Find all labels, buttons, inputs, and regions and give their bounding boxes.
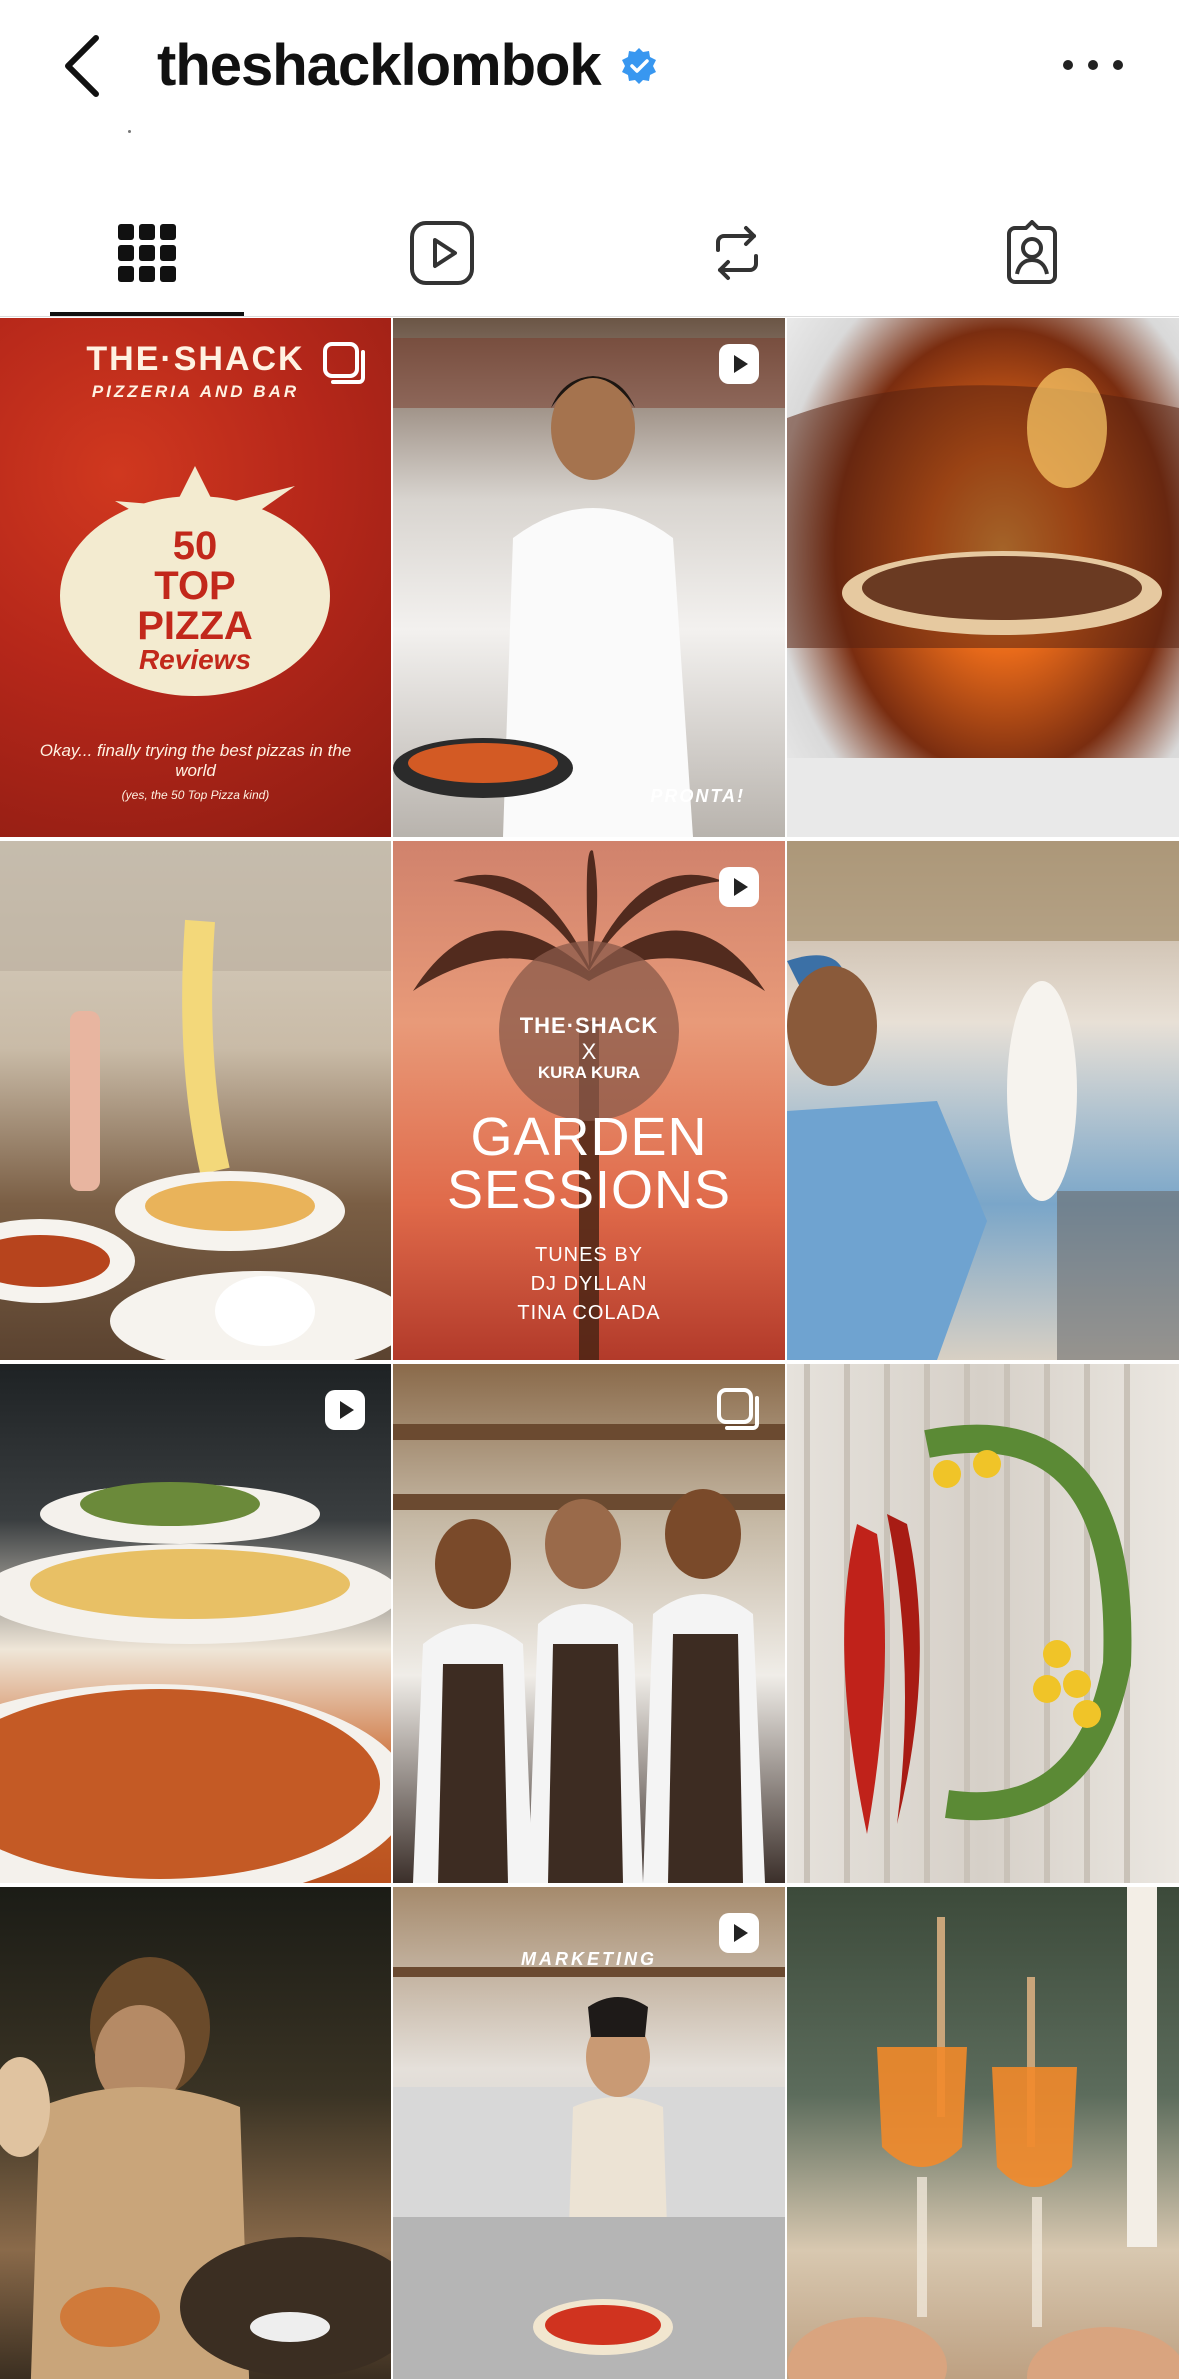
post-caption: Okay... finally trying the best pizzas i…	[39, 741, 352, 781]
oven-illustration	[787, 368, 1179, 837]
verified-badge-icon	[621, 47, 656, 84]
badge-top: TOP	[154, 564, 236, 608]
reel-icon	[719, 344, 759, 384]
post-collab-x: X	[581, 1039, 597, 1064]
more-options-button[interactable]	[1063, 50, 1123, 80]
bio-fragment	[128, 130, 131, 133]
reels-icon	[410, 221, 475, 285]
pasta-table-illustration	[0, 841, 391, 1360]
badge-pizza: PIZZA	[137, 604, 253, 648]
dot-icon	[1088, 60, 1098, 70]
dinner-illustration	[0, 1957, 391, 2379]
post-tile-pizza-oven[interactable]	[787, 318, 1179, 837]
post-tile-marketing[interactable]: MARKETING	[393, 1887, 785, 2379]
post-tile-dough-toss[interactable]	[787, 841, 1179, 1360]
tunes-label: TUNES BY	[534, 1244, 644, 1266]
pasta-plates-illustration	[0, 1482, 391, 1883]
post-overlay-text: PRONTA!	[650, 786, 745, 806]
dough-toss-illustration	[787, 841, 1179, 1360]
badge-reviews: Reviews	[138, 644, 252, 675]
posts-grid: THE·SHACK PIZZERIA AND BAR 50 TOP PIZZA …	[0, 318, 1179, 2379]
tab-reposts[interactable]	[590, 190, 885, 316]
post-tile-pasta-table[interactable]	[0, 841, 391, 1360]
post-headline: GARDEN SESSIONS	[446, 1107, 732, 1220]
wreath-illustration	[804, 1364, 1132, 1883]
tab-tagged[interactable]	[884, 190, 1179, 316]
carousel-icon	[717, 1388, 759, 1430]
dj-name-1: DJ DYLLAN	[530, 1273, 648, 1295]
post-note: (yes, the 50 Top Pizza kind)	[121, 788, 270, 802]
carousel-icon	[323, 342, 365, 384]
chef-illustration	[393, 338, 785, 837]
post-tile-top-pizza[interactable]: THE·SHACK PIZZERIA AND BAR 50 TOP PIZZA …	[0, 318, 391, 837]
post-brand: THE·SHACK	[519, 1013, 659, 1038]
dot-icon	[1063, 60, 1073, 70]
reel-icon	[325, 1390, 365, 1430]
profile-username: theshacklombok	[157, 33, 602, 98]
reel-icon	[719, 867, 759, 907]
staff-illustration	[393, 1424, 785, 1883]
profile-tabs	[0, 190, 1179, 317]
post-tunes: TUNES BY DJ DYLLAN TINA COLADA	[393, 1241, 785, 1328]
reel-icon	[719, 1913, 759, 1953]
title-wrap: theshacklombok	[157, 28, 659, 103]
chevron-left-icon	[65, 35, 99, 97]
post-tile-staff[interactable]	[393, 1364, 785, 1883]
back-button[interactable]	[58, 32, 106, 100]
tagged-icon	[1006, 220, 1057, 284]
dj-name-2: TINA COLADA	[517, 1302, 661, 1324]
badge-50: 50	[172, 524, 218, 568]
post-tile-dinner-party[interactable]	[0, 1887, 391, 2379]
post-partner: KURA KURA	[537, 1063, 641, 1082]
profile-header: theshacklombok	[0, 0, 1179, 135]
dot-icon	[1113, 60, 1123, 70]
tab-reels[interactable]	[295, 190, 590, 316]
tab-posts-grid[interactable]	[0, 190, 295, 316]
post-tile-chef[interactable]: PRONTA!	[393, 318, 785, 837]
post-tile-garden-sessions[interactable]: THE·SHACK X KURA KURA GARDEN SESSIONS TU…	[393, 841, 785, 1360]
post-tile-spritz-toast[interactable]	[787, 1887, 1179, 2379]
repost-icon	[715, 226, 758, 280]
grid-icon	[118, 224, 177, 282]
spritz-illustration	[787, 1887, 1179, 2379]
post-tile-pasta-plates[interactable]	[0, 1364, 391, 1883]
post-tile-chili-wreath[interactable]	[787, 1364, 1179, 1883]
